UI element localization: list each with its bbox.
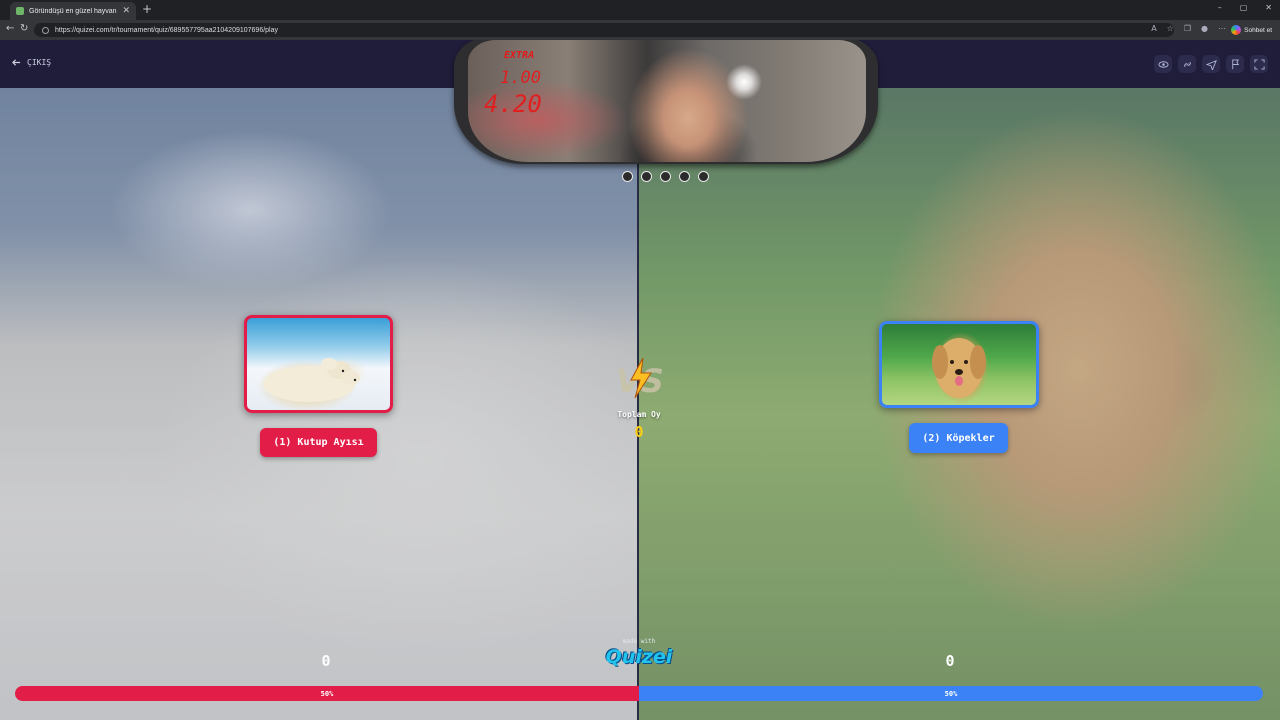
flag-icon[interactable] bbox=[1226, 55, 1244, 73]
reload-icon[interactable]: ↻ bbox=[20, 23, 28, 34]
address-bar-row: ← ↻ https://quizei.com/tr/tournament/qui… bbox=[0, 20, 1280, 40]
minimize-icon[interactable]: – bbox=[1218, 3, 1222, 12]
vote-split-bar: 50% 50% bbox=[15, 686, 1263, 701]
exit-button[interactable]: ÇIKIŞ bbox=[12, 58, 51, 67]
right-vote-bar: 50% bbox=[639, 686, 1263, 701]
round-dot bbox=[641, 171, 652, 182]
webcam-overlay-text-2: 1.00 bbox=[500, 68, 541, 88]
left-vote-bar: 50% bbox=[15, 686, 639, 701]
url-text: https://quizei.com/tr/tournament/quiz/68… bbox=[55, 26, 278, 34]
left-option-image[interactable] bbox=[244, 315, 393, 413]
glass-crack-effect bbox=[726, 64, 762, 100]
read-aloud-icon[interactable]: A bbox=[1151, 24, 1156, 33]
address-bar[interactable]: https://quizei.com/tr/tournament/quiz/68… bbox=[34, 23, 1174, 37]
tab-title: Göründüşü en güzel hayvan - Tier l bbox=[29, 7, 117, 15]
exit-label: ÇIKIŞ bbox=[27, 58, 52, 67]
window-controls: – ▢ ✕ bbox=[1218, 3, 1272, 12]
quizei-logo[interactable]: Quizei bbox=[596, 646, 682, 668]
collections-icon[interactable]: ❐ bbox=[1184, 24, 1191, 33]
copilot-label: Sohbet et bbox=[1244, 26, 1272, 34]
quiz-toolbar bbox=[1154, 55, 1268, 73]
left-vote-count: 0 bbox=[321, 652, 331, 670]
more-options-icon[interactable]: ⋯ bbox=[1218, 24, 1226, 33]
fullscreen-icon[interactable] bbox=[1250, 55, 1268, 73]
site-info-icon[interactable] bbox=[42, 26, 49, 34]
center-divider bbox=[637, 88, 639, 720]
round-dot bbox=[698, 171, 709, 182]
browser-chrome: Göründüşü en güzel hayvan - Tier l ✕ + –… bbox=[0, 0, 1280, 40]
made-with-label: made with bbox=[622, 638, 656, 645]
favicon-icon bbox=[16, 7, 24, 15]
right-vote-count: 0 bbox=[945, 652, 955, 670]
quiz-page: ÇIKIŞ K 4 EXTRA 1.00 4.20 bbox=[0, 40, 1280, 720]
browser-tab[interactable]: Göründüşü en güzel hayvan - Tier l ✕ bbox=[10, 2, 136, 20]
copilot-button[interactable]: Sohbet et bbox=[1231, 23, 1272, 37]
right-option-image[interactable] bbox=[879, 321, 1039, 408]
polar-bear-image bbox=[263, 358, 360, 402]
link-icon[interactable] bbox=[1178, 55, 1196, 73]
eye-icon[interactable] bbox=[1154, 55, 1172, 73]
vs-lightning-icon: VS bbox=[616, 357, 664, 400]
restore-icon[interactable]: ▢ bbox=[1240, 3, 1248, 12]
round-dot bbox=[679, 171, 690, 182]
vote-button-right[interactable]: (2) Köpekler bbox=[909, 423, 1008, 453]
round-dot bbox=[622, 171, 633, 182]
arrow-left-icon bbox=[12, 59, 21, 66]
round-dot bbox=[660, 171, 671, 182]
tab-close-icon[interactable]: ✕ bbox=[122, 6, 130, 16]
total-votes-label: Toplam Oy bbox=[617, 410, 661, 419]
webcam-overlay-text-3: 4.20 bbox=[484, 90, 542, 118]
copilot-icon bbox=[1231, 25, 1242, 35]
close-window-icon[interactable]: ✕ bbox=[1265, 3, 1272, 12]
round-progress-dots bbox=[622, 171, 709, 182]
profile-icon[interactable]: ● bbox=[1201, 24, 1208, 33]
tab-bar: Göründüşü en güzel hayvan - Tier l ✕ + –… bbox=[0, 0, 1280, 20]
new-tab-button[interactable]: + bbox=[142, 2, 152, 16]
total-votes-value: 0 bbox=[634, 423, 644, 441]
browser-tools: A ☆ ❐ ● ⋯ bbox=[1151, 24, 1226, 33]
golden-retriever-image bbox=[932, 338, 986, 398]
vote-button-left[interactable]: (1) Kutup Ayısı bbox=[260, 428, 377, 457]
back-icon[interactable]: ← bbox=[6, 23, 14, 34]
webcam-overlay-text-1: EXTRA bbox=[504, 50, 535, 61]
favorite-star-icon[interactable]: ☆ bbox=[1167, 24, 1174, 33]
send-icon[interactable] bbox=[1202, 55, 1220, 73]
